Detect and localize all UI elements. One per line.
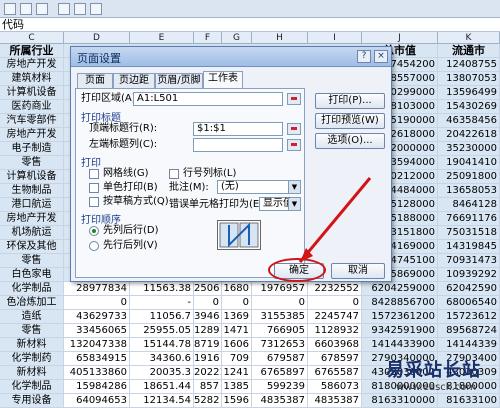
- watermark-url: www.easck.com: [396, 382, 477, 393]
- annotation-arrow-icon: [298, 177, 372, 263]
- watermark-text: 易采站长站: [386, 360, 481, 381]
- highlight-ellipse: [268, 258, 326, 282]
- watermark: 易采站长站 www.easck.com: [378, 352, 500, 404]
